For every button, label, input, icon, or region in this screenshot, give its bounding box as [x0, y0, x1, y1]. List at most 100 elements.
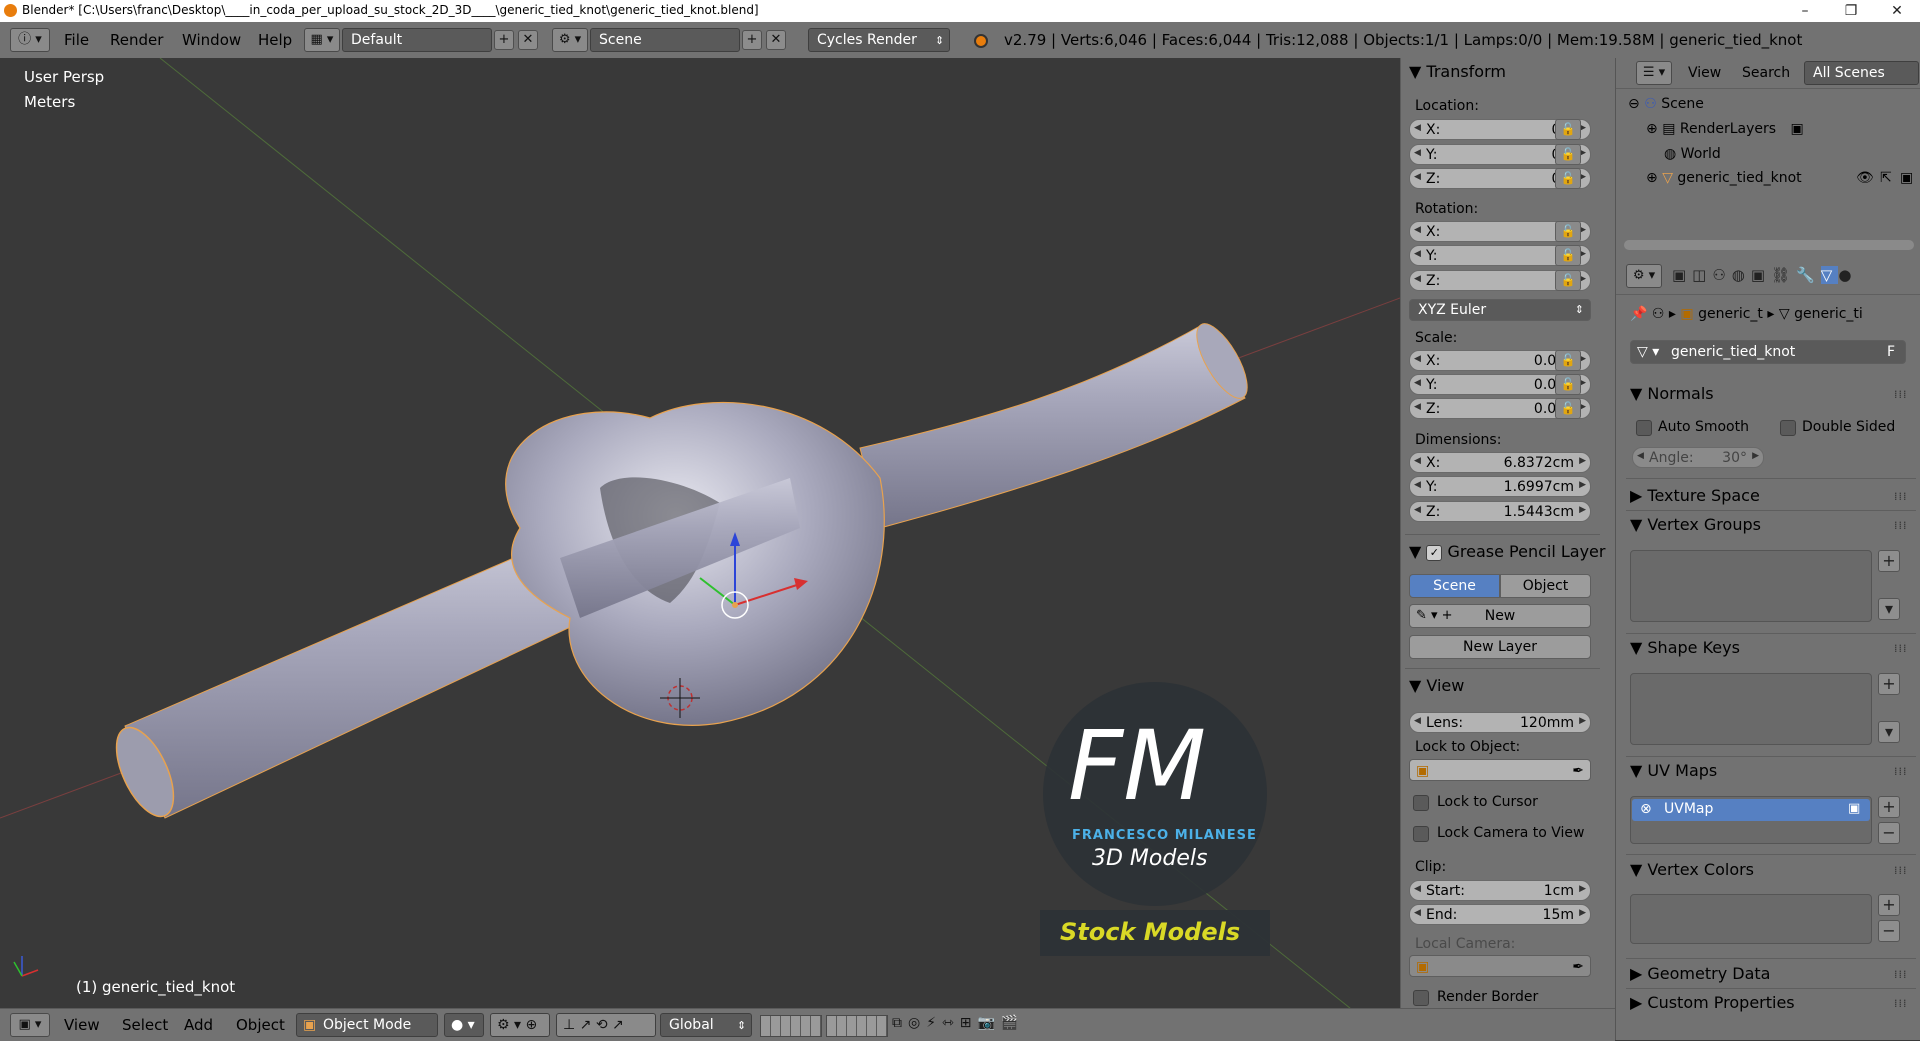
lock-icon[interactable]: 🔓: [1555, 350, 1581, 371]
orientation-dropdown[interactable]: Global ⇕: [660, 1013, 752, 1037]
drag-handle-icon[interactable]: ⁞⁞⁞: [1894, 519, 1908, 532]
screen-layout-icon[interactable]: ▦ ▾: [304, 28, 340, 52]
lock-to-cursor-checkbox[interactable]: [1413, 795, 1429, 811]
eyedropper-icon[interactable]: ✒: [1572, 760, 1584, 782]
lock-icon[interactable]: 🔓: [1555, 119, 1581, 140]
menu-help[interactable]: Help: [258, 31, 292, 49]
remove-vertex-color-icon[interactable]: −: [1878, 920, 1900, 942]
renderable-camera-icon[interactable]: ▣: [1900, 170, 1913, 186]
add-uv-map-icon[interactable]: +: [1878, 796, 1900, 818]
menu-add[interactable]: Add: [184, 1016, 213, 1034]
gp-new-layer-button[interactable]: New Layer: [1409, 635, 1591, 659]
add-vertex-color-icon[interactable]: +: [1878, 894, 1900, 916]
uv-maps-panel-header[interactable]: ▼ UV Maps: [1630, 761, 1717, 780]
menu-object[interactable]: Object: [236, 1016, 285, 1034]
outliner-row-object[interactable]: ⊕ ▽ generic_tied_knot: [1646, 170, 1802, 186]
rotation-mode-dropdown[interactable]: XYZ Euler ⇕: [1409, 299, 1591, 321]
editor-type-info-icon[interactable]: ⓘ ▾: [10, 28, 50, 52]
mode-dropdown[interactable]: ▣ Object Mode: [296, 1013, 438, 1037]
menu-view[interactable]: View: [64, 1016, 100, 1034]
layer-buttons-b[interactable]: [826, 1015, 888, 1037]
visibility-eye-icon[interactable]: 👁: [1856, 170, 1874, 186]
add-layout-icon[interactable]: +: [494, 30, 514, 50]
lock-icon[interactable]: 🔓: [1555, 144, 1581, 165]
shape-keys-panel-header[interactable]: ▼ Shape Keys: [1630, 638, 1740, 657]
gp-source-object-tab[interactable]: Object: [1500, 574, 1591, 598]
dimension-x-field[interactable]: ◀ X: 6.8372cm ▶: [1409, 452, 1591, 473]
grease-pencil-panel-header[interactable]: ▼ ✓ Grease Pencil Layer: [1409, 542, 1605, 561]
minimize-button[interactable]: –: [1782, 0, 1828, 22]
outliner-search-menu[interactable]: Search: [1742, 65, 1790, 81]
custom-properties-panel-header[interactable]: ▶ Custom Properties: [1630, 993, 1795, 1012]
fake-user-button[interactable]: F: [1887, 341, 1895, 363]
drag-handle-icon[interactable]: ⁞⁞⁞: [1894, 997, 1908, 1010]
drag-handle-icon[interactable]: ⁞⁞⁞: [1894, 490, 1908, 503]
remove-scene-icon[interactable]: ✕: [766, 30, 786, 50]
screen-layout-dropdown[interactable]: Default: [342, 28, 492, 52]
editor-type-properties-icon[interactable]: ⚙ ▾: [1626, 264, 1662, 288]
outliner-view-menu[interactable]: View: [1688, 65, 1721, 81]
menu-window[interactable]: Window: [182, 31, 241, 49]
grease-pencil-checkbox[interactable]: ✓: [1426, 544, 1443, 561]
drag-handle-icon[interactable]: ⁞⁞⁞: [1894, 642, 1908, 655]
lens-field[interactable]: ◀ Lens: 120mm ▶: [1409, 712, 1591, 733]
lock-camera-checkbox[interactable]: [1413, 826, 1429, 842]
menu-render[interactable]: Render: [110, 31, 163, 49]
shape-key-menu-icon[interactable]: ▾: [1878, 721, 1900, 743]
menu-select[interactable]: Select: [122, 1016, 168, 1034]
shape-keys-list[interactable]: [1630, 673, 1872, 745]
editor-type-3d-icon[interactable]: ▣ ▾: [10, 1013, 50, 1037]
display-mode-dropdown[interactable]: All Scenes: [1804, 61, 1919, 85]
snap-render-icons[interactable]: ⧉◎⚡⇿⊞📷🎬: [892, 1015, 1092, 1035]
geometry-data-panel-header[interactable]: ▶ Geometry Data: [1630, 964, 1770, 983]
lock-icon[interactable]: 🔓: [1555, 398, 1581, 419]
lock-object-field[interactable]: ▣ ✒: [1409, 759, 1591, 781]
view-panel-header[interactable]: ▼ View: [1409, 676, 1464, 695]
maximize-button[interactable]: ❐: [1828, 0, 1874, 22]
outliner-scrollbar[interactable]: [1624, 240, 1914, 250]
add-scene-icon[interactable]: +: [742, 30, 762, 50]
render-engine-dropdown[interactable]: Cycles Render ⇕: [808, 28, 950, 52]
dimension-y-field[interactable]: ◀ Y: 1.6997cm ▶: [1409, 476, 1591, 497]
selectable-arrow-icon[interactable]: ⇱: [1880, 170, 1892, 186]
lock-icon[interactable]: 🔓: [1555, 221, 1581, 242]
lock-icon[interactable]: 🔓: [1555, 245, 1581, 266]
vertex-colors-panel-header[interactable]: ▼ Vertex Colors: [1630, 860, 1754, 879]
outliner-row-world[interactable]: ◍ World: [1664, 146, 1721, 162]
drag-handle-icon[interactable]: ⁞⁞⁞: [1894, 968, 1908, 981]
lock-icon[interactable]: 🔓: [1555, 168, 1581, 189]
menu-file[interactable]: File: [64, 31, 89, 49]
drag-handle-icon[interactable]: ⁞⁞⁞: [1894, 864, 1908, 877]
mesh-datablock-field[interactable]: ▽ ▾ generic_tied_knot F: [1630, 340, 1906, 364]
gp-new-button[interactable]: ✎ ▾ + New: [1409, 604, 1591, 628]
local-camera-field[interactable]: ▣ ✒: [1409, 955, 1591, 977]
dimension-z-field[interactable]: ◀ Z: 1.5443cm ▶: [1409, 501, 1591, 522]
clip-end-field[interactable]: ◀ End: 15m ▶: [1409, 904, 1591, 925]
vertex-colors-list[interactable]: [1630, 894, 1872, 944]
eyedropper-icon[interactable]: ✒: [1572, 956, 1584, 978]
lock-icon[interactable]: 🔓: [1555, 374, 1581, 395]
manipulator-icons[interactable]: ⊥ ↗ ⟲ ↗: [556, 1013, 656, 1037]
texture-space-panel-header[interactable]: ▶ Texture Space: [1630, 486, 1760, 505]
transform-panel-header[interactable]: ▼ Transform: [1409, 62, 1506, 81]
uv-map-item[interactable]: ⊗ UVMap ▣: [1632, 799, 1870, 821]
editor-type-outliner-icon[interactable]: ☰ ▾: [1636, 61, 1672, 85]
normals-panel-header[interactable]: ▼ Normals: [1630, 384, 1714, 403]
add-vertex-group-icon[interactable]: +: [1878, 550, 1900, 572]
lock-icon[interactable]: 🔓: [1555, 270, 1581, 291]
remove-uv-map-icon[interactable]: −: [1878, 822, 1900, 844]
outliner-row-scene[interactable]: ⊖ ⚇ Scene: [1628, 96, 1704, 112]
scene-dropdown[interactable]: Scene: [590, 28, 740, 52]
pivot-snap-icons[interactable]: ⚙ ▾ ⊕: [490, 1013, 550, 1037]
remove-layout-icon[interactable]: ✕: [518, 30, 538, 50]
scene-icon[interactable]: ⚙ ▾: [552, 28, 588, 52]
vertex-groups-list[interactable]: [1630, 550, 1872, 622]
drag-handle-icon[interactable]: ⁞⁞⁞: [1894, 765, 1908, 778]
add-shape-key-icon[interactable]: +: [1878, 673, 1900, 695]
clip-start-field[interactable]: ◀ Start: 1cm ▶: [1409, 880, 1591, 901]
vertex-groups-panel-header[interactable]: ▼ Vertex Groups: [1630, 515, 1761, 534]
uv-render-camera-icon[interactable]: ▣: [1848, 801, 1860, 816]
auto-smooth-checkbox[interactable]: [1636, 420, 1652, 436]
auto-smooth-angle-field[interactable]: ◀ Angle: 30° ▶: [1632, 447, 1764, 468]
context-tabs-icons[interactable]: ▣◫⚇◍▣⛓🔧▽●: [1672, 266, 1857, 284]
